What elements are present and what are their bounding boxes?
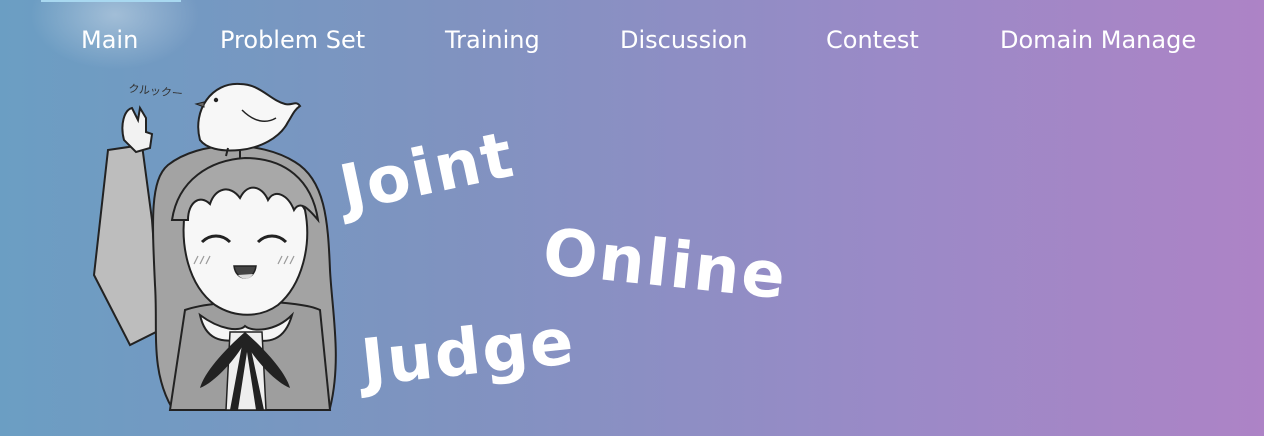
nav-main[interactable]: Main xyxy=(81,24,138,56)
logo-word-joint: Joint xyxy=(333,117,522,227)
bird-sound-text: クルックー xyxy=(128,82,184,101)
top-navigation: Main Problem Set Training Discussion Con… xyxy=(0,18,1264,62)
logo-word-online: Online xyxy=(539,215,791,315)
logo-word-judge: Judge xyxy=(357,304,579,401)
nav-contest[interactable]: Contest xyxy=(826,24,919,56)
hero-banner: クルックー Joint Online Judge xyxy=(80,70,820,415)
active-tab-indicator xyxy=(41,0,181,2)
mascot-illustration: クルックー xyxy=(92,82,337,411)
nav-training[interactable]: Training xyxy=(445,24,540,56)
nav-domain-manage[interactable]: Domain Manage xyxy=(1000,24,1196,56)
nav-problem-set[interactable]: Problem Set xyxy=(220,24,365,56)
nav-discussion[interactable]: Discussion xyxy=(620,24,748,56)
